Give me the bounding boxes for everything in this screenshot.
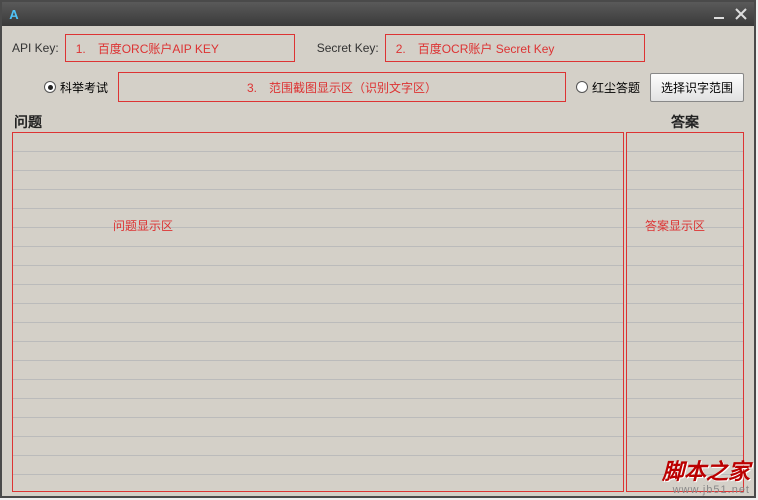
api-key-input[interactable]: 1. 百度ORC账户AIP KEY: [65, 34, 295, 62]
answer-header: 答案: [626, 112, 744, 132]
columns: 问题显示区 答案显示区: [12, 132, 744, 492]
question-area[interactable]: 问题显示区: [12, 132, 624, 492]
api-key-annotation: 1. 百度ORC账户AIP KEY: [76, 40, 219, 57]
radio-keju-dot: [44, 81, 56, 93]
secret-key-annotation: 2. 百度OCR账户 Secret Key: [396, 40, 555, 57]
answer-lines: [627, 133, 743, 491]
radio-keju[interactable]: 科举考试: [44, 79, 108, 96]
app-icon: A: [6, 6, 22, 22]
answer-area-annotation: 答案显示区: [645, 217, 705, 234]
content-area: API Key: 1. 百度ORC账户AIP KEY Secret Key: 2…: [2, 26, 754, 496]
capture-zone-display: 3. 范围截图显示区（识别文字区）: [118, 72, 566, 102]
radio-hongchen-dot: [576, 81, 588, 93]
app-window: A API Key: 1. 百度ORC账户AIP KEY Secret Key:…: [0, 0, 756, 498]
api-key-label: API Key:: [12, 41, 59, 55]
answer-area[interactable]: 答案显示区: [626, 132, 744, 492]
radio-hongchen[interactable]: 红尘答题: [576, 79, 640, 96]
close-button[interactable]: [732, 6, 750, 22]
capture-zone-annotation: 3. 范围截图显示区（识别文字区）: [247, 79, 437, 96]
titlebar-left: A: [6, 6, 22, 22]
titlebar: A: [2, 2, 754, 26]
select-range-button[interactable]: 选择识字范围: [650, 73, 744, 102]
question-header: 问题: [12, 112, 626, 132]
columns-header: 问题 答案: [12, 112, 744, 132]
secret-key-label: Secret Key:: [317, 41, 379, 55]
options-row: 科举考试 3. 范围截图显示区（识别文字区） 红尘答题 选择识字范围: [12, 72, 744, 102]
titlebar-buttons: [710, 6, 750, 22]
api-row: API Key: 1. 百度ORC账户AIP KEY Secret Key: 2…: [12, 34, 744, 62]
radio-keju-label: 科举考试: [60, 79, 108, 96]
question-lines: [13, 133, 623, 491]
radio-hongchen-label: 红尘答题: [592, 79, 640, 96]
minimize-button[interactable]: [710, 6, 728, 22]
question-area-annotation: 问题显示区: [113, 217, 173, 234]
secret-key-input[interactable]: 2. 百度OCR账户 Secret Key: [385, 34, 645, 62]
